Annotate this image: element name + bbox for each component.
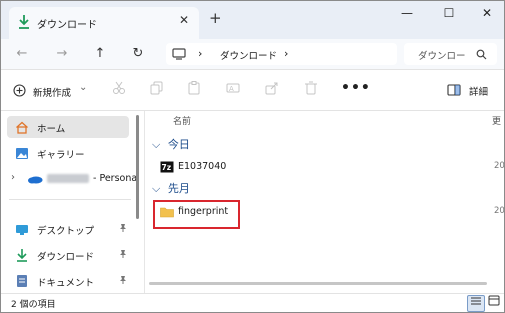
chevron-right-icon[interactable]: › (284, 47, 288, 60)
chevron-right-icon[interactable]: › (198, 47, 202, 60)
horizontal-scrollbar[interactable] (149, 282, 487, 285)
document-icon (17, 275, 27, 287)
address-location[interactable]: ダウンロード (220, 48, 277, 62)
new-tab-button[interactable]: + (209, 11, 222, 26)
delete-icon[interactable] (301, 81, 321, 99)
pin-icon (119, 275, 127, 286)
onedrive-cloud-icon (28, 176, 43, 184)
group-header-last-month[interactable]: ⌵ 先月 (152, 180, 190, 196)
pane-divider (144, 111, 145, 294)
sidebar-item-home[interactable]: ホーム (7, 116, 129, 138)
file-modified: 20 (494, 161, 505, 171)
share-icon[interactable] (262, 81, 282, 99)
sidebar-item-onedrive[interactable]: › - Personal (7, 168, 140, 190)
forward-button[interactable]: → (51, 43, 73, 65)
desktop-icon (16, 225, 28, 235)
chevron-down-icon: ⌵ (152, 138, 161, 151)
back-button[interactable]: ← (11, 43, 33, 65)
new-button-label: 新規作成 (33, 88, 72, 99)
highlight-box (153, 200, 240, 229)
computer-icon (172, 48, 186, 60)
chevron-down-icon: ⌵ (152, 182, 161, 195)
details-pane-icon (447, 84, 461, 96)
search-icon (476, 49, 487, 60)
close-window-button[interactable]: ✕ (471, 3, 503, 23)
7zip-archive-icon: 7z (160, 161, 174, 173)
search-input[interactable]: ダウンロー (404, 43, 497, 65)
svg-text:A: A (229, 85, 234, 93)
navigation-pane: ホーム ギャラリー › - Personal デスクトップ ダウンロード ドキュ… (1, 111, 144, 294)
details-view-button[interactable] (467, 295, 485, 312)
tiles-view-button[interactable] (486, 295, 502, 310)
home-icon (16, 121, 28, 134)
sidebar-item-label: ホーム (37, 124, 66, 135)
column-header-modified[interactable]: 更 (492, 114, 501, 127)
maximize-button[interactable]: ☐ (433, 3, 465, 23)
copy-icon[interactable] (147, 81, 167, 99)
group-header-today[interactable]: ⌵ 今日 (152, 136, 190, 152)
column-header-name[interactable]: 名前 (173, 114, 191, 127)
more-options-button[interactable]: ••• (341, 80, 371, 96)
file-list: 名前 更 ⌵ 今日 7z E1037040 20 ⌵ 先月 fingerprin… (146, 111, 504, 294)
sidebar-item-label: デスクトップ (37, 226, 95, 237)
expand-chevron-icon[interactable]: › (11, 172, 15, 183)
download-icon (17, 249, 27, 262)
blurred-account-name (47, 174, 89, 183)
sidebar-divider (9, 199, 131, 200)
tab-downloads[interactable]: ダウンロード ✕ (9, 7, 199, 39)
divider (1, 293, 504, 294)
details-label: 詳細 (469, 87, 489, 98)
sidebar-item-downloads[interactable]: ダウンロード (7, 244, 129, 266)
gallery-icon (16, 148, 28, 159)
svg-text:7z: 7z (162, 163, 172, 172)
pin-icon (119, 223, 127, 234)
download-icon (19, 15, 29, 29)
tab-title: ダウンロード (37, 20, 97, 31)
rename-icon[interactable]: A (223, 81, 243, 99)
command-bar: 新規作成 ⌄ A ••• 詳細 (1, 70, 504, 110)
address-row: ← → ↑ ↻ › ダウンロード › ダウンロー (1, 39, 504, 69)
pin-icon (119, 249, 127, 260)
file-explorer-window: ダウンロード ✕ + — ☐ ✕ ← → ↑ ↻ › ダウンロード › ダウンロ… (0, 0, 505, 313)
paste-icon[interactable] (184, 81, 204, 99)
up-button[interactable]: ↑ (89, 43, 111, 65)
list-item[interactable]: 7z E1037040 (160, 159, 490, 177)
details-button[interactable]: 詳細 (447, 81, 497, 101)
sidebar-item-documents[interactable]: ドキュメント (7, 270, 129, 292)
plus-circle-icon (13, 84, 26, 97)
item-count: 2 個の項目 (11, 300, 56, 310)
sidebar-item-gallery[interactable]: ギャラリー (7, 142, 129, 164)
tab-close-icon[interactable]: ✕ (179, 13, 189, 27)
address-bar[interactable]: › ダウンロード › (166, 43, 397, 65)
sidebar-item-label: - Personal (93, 173, 140, 184)
refresh-button[interactable]: ↻ (127, 43, 149, 65)
list-view-icon (471, 297, 481, 305)
cut-icon[interactable] (109, 81, 129, 99)
group-label: 今日 (167, 138, 190, 151)
new-button[interactable]: 新規作成 ⌄ (13, 81, 91, 101)
sidebar-item-label: ドキュメント (37, 278, 95, 289)
status-bar: 2 個の項目 (1, 294, 504, 312)
sidebar-item-desktop[interactable]: デスクトップ (7, 218, 129, 240)
tiles-view-icon (488, 295, 500, 306)
file-name: E1037040 (178, 161, 227, 172)
sidebar-scrollbar[interactable] (136, 115, 139, 219)
chevron-down-icon: ⌄ (79, 82, 88, 93)
sidebar-item-label: ギャラリー (37, 150, 85, 161)
folder-modified: 20 (494, 206, 505, 216)
sidebar-item-label: ダウンロード (37, 252, 95, 263)
search-placeholder: ダウンロー (418, 51, 466, 62)
group-label: 先月 (167, 182, 190, 195)
minimize-button[interactable]: — (391, 3, 423, 23)
